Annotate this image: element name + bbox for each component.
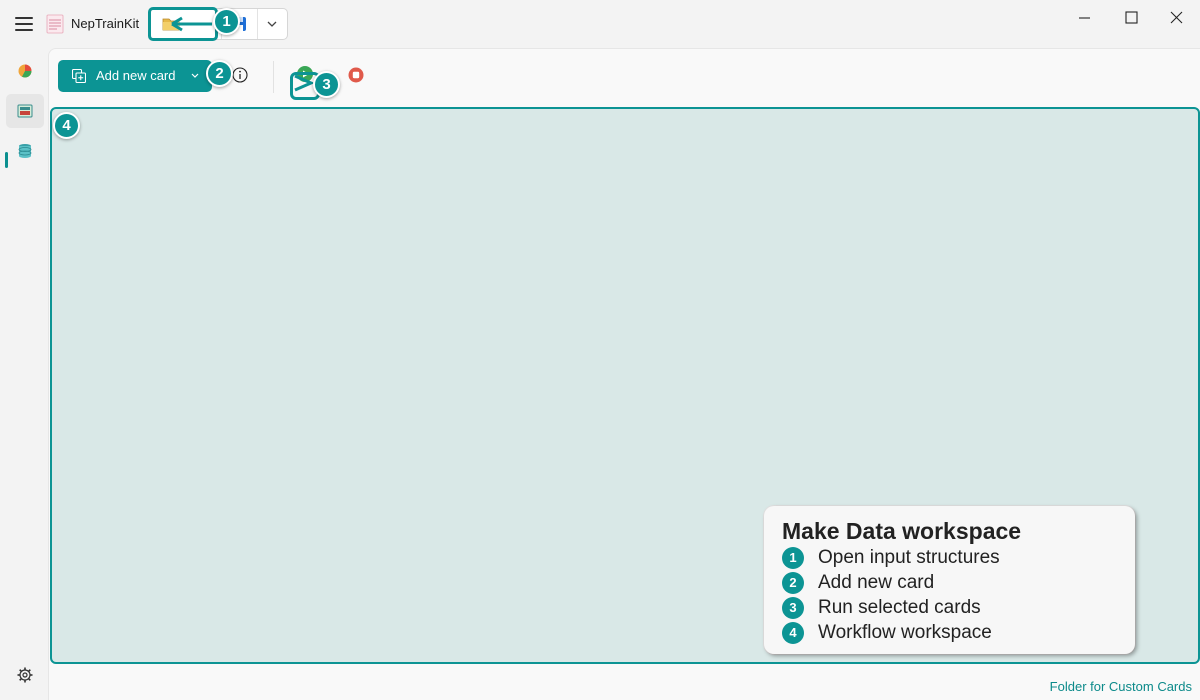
app-title: NepTrainKit [71,16,140,31]
gear-icon [17,667,33,683]
arrow-icon [171,16,212,32]
annotation-legend: Make Data workspace 1 Open input structu… [764,506,1135,654]
legend-number: 3 [782,597,804,619]
chevron-down-icon[interactable] [190,70,200,80]
close-icon[interactable] [1162,8,1192,28]
database-icon [18,144,32,158]
minimize-icon[interactable] [1070,8,1100,28]
nav-item-dataset[interactable] [6,134,44,168]
legend-number: 1 [782,547,804,569]
custom-cards-folder-link[interactable]: Folder for Custom Cards [1050,679,1192,694]
navigation-rail [0,48,48,700]
stop-icon[interactable] [348,67,364,83]
make-data-icon [17,104,33,118]
annotation-badge-3: 3 [313,71,340,98]
maximize-icon[interactable] [1117,8,1147,28]
legend-title: Make Data workspace [782,518,1022,544]
chevron-down-icon[interactable] [265,17,279,31]
legend-number: 2 [782,572,804,594]
legend-text: Run selected cards [818,597,981,618]
legend-text: Open input structures [818,547,1000,568]
pie-chart-icon [18,64,32,78]
divider [257,9,258,39]
nav-item-plot[interactable] [6,54,44,88]
annotation-badge-4: 4 [53,112,80,139]
add-new-card-button[interactable]: Add new card [58,60,212,92]
toolbar-divider [273,61,274,93]
add-new-card-label: Add new card [96,68,176,83]
hamburger-icon[interactable] [14,15,34,33]
info-icon[interactable] [232,67,248,83]
legend-text: Add new card [818,572,935,593]
nav-item-settings[interactable] [6,658,44,692]
legend-text: Workflow workspace [818,622,992,643]
legend-number: 4 [782,622,804,644]
annotation-badge-1: 1 [213,8,240,35]
add-card-icon [72,69,86,83]
nav-item-make-data[interactable] [6,94,44,128]
annotation-badge-2: 2 [206,60,233,87]
app-logo-icon [46,14,64,34]
